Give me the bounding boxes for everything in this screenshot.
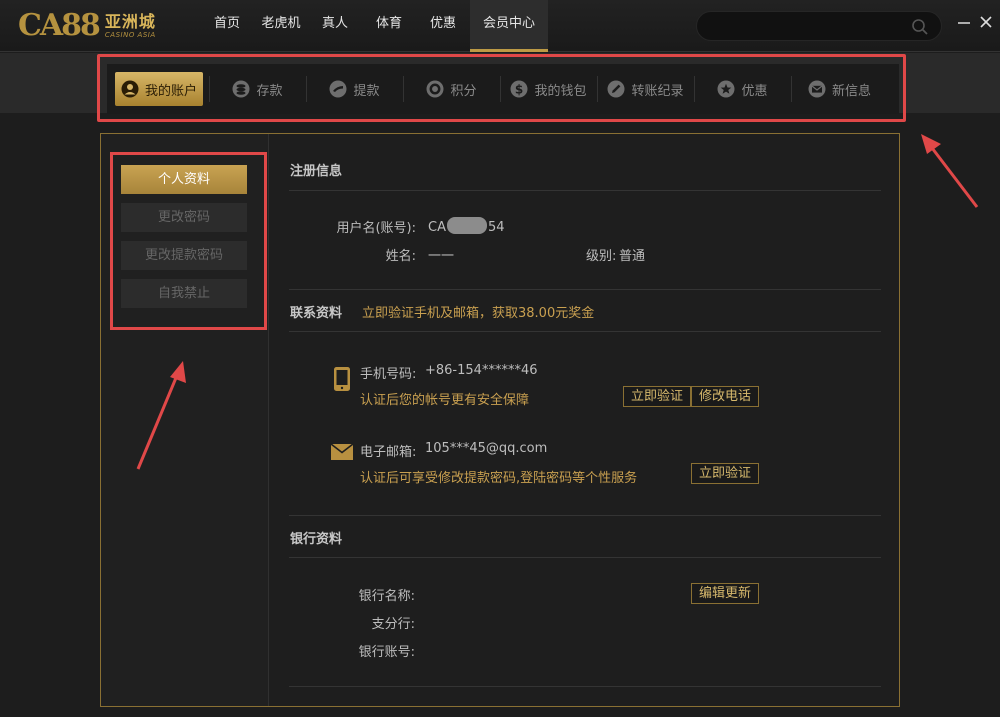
divider <box>289 289 881 290</box>
phone-label: 手机号码: <box>360 367 417 382</box>
divider <box>289 686 881 687</box>
username-label: 用户名(账号): <box>336 221 416 236</box>
minimize-icon[interactable] <box>956 14 972 30</box>
email-value: 105***45@qq.com <box>425 441 548 456</box>
email-label: 电子邮箱: <box>360 445 417 460</box>
logo-cn: 亚洲城 <box>104 11 156 31</box>
envelope-icon <box>331 444 353 460</box>
verify-phone-button[interactable]: 立即验证 <box>623 386 692 407</box>
divider <box>289 557 881 558</box>
username-value: CA 54 <box>428 217 505 235</box>
close-icon[interactable] <box>978 14 994 30</box>
bank-section-title: 银行资料 <box>290 532 343 547</box>
divider <box>289 190 881 191</box>
level-value: 普通 <box>619 249 646 264</box>
register-section-title: 注册信息 <box>290 164 343 179</box>
edit-phone-button[interactable]: 修改电话 <box>691 386 760 407</box>
annotation-box-sidebar <box>110 152 267 330</box>
divider <box>289 331 881 332</box>
search-box <box>696 11 942 41</box>
username-prefix: CA <box>428 220 446 235</box>
contact-promo-text: 立即验证手机及邮箱，获取38.00元奖金 <box>362 306 595 321</box>
name-label: 姓名: <box>385 249 416 264</box>
annotation-box-tabs <box>97 54 906 122</box>
divider <box>289 515 881 516</box>
nav-live-casino[interactable]: 真人 <box>308 0 362 52</box>
search-input[interactable] <box>711 17 901 37</box>
level-label: 级别: <box>586 249 617 264</box>
username-mask <box>446 217 487 234</box>
logo-mark: CA88 <box>18 8 101 43</box>
logo-en: CASINO ASIA <box>104 30 156 39</box>
top-bar: CA88 亚洲城 CASINO ASIA 首页 老虎机 真人 体育 优惠 会员中… <box>0 0 1000 52</box>
nav-promotions[interactable]: 优惠 <box>416 0 470 52</box>
username-suffix: 54 <box>487 220 505 235</box>
contact-section-title: 联系资料 <box>290 306 343 321</box>
search-icon[interactable] <box>911 18 929 36</box>
main-nav: 首页 老虎机 真人 体育 优惠 会员中心 <box>200 0 548 52</box>
nav-sports[interactable]: 体育 <box>362 0 416 52</box>
logo[interactable]: CA88 亚洲城 CASINO ASIA <box>18 8 156 44</box>
branch-label: 支分行: <box>371 617 415 632</box>
name-value: 一一 <box>428 249 455 264</box>
bank-account-label: 银行账号: <box>358 645 415 660</box>
phone-value: +86-154******46 <box>425 363 538 378</box>
verify-email-button[interactable]: 立即验证 <box>691 463 760 484</box>
bank-name-label: 银行名称: <box>358 589 415 604</box>
phone-icon <box>334 367 350 391</box>
phone-note: 认证后您的帐号更有安全保障 <box>360 393 530 408</box>
nav-slots[interactable]: 老虎机 <box>254 0 308 52</box>
email-note: 认证后可享受修改提款密码,登陆密码等个性服务 <box>360 471 638 486</box>
nav-member-center[interactable]: 会员中心 <box>470 0 548 52</box>
edit-bank-button[interactable]: 编辑更新 <box>691 583 760 604</box>
nav-home[interactable]: 首页 <box>200 0 254 52</box>
annotation-arrow-icon <box>921 134 979 208</box>
logo-text: 亚洲城 CASINO ASIA <box>104 11 156 39</box>
